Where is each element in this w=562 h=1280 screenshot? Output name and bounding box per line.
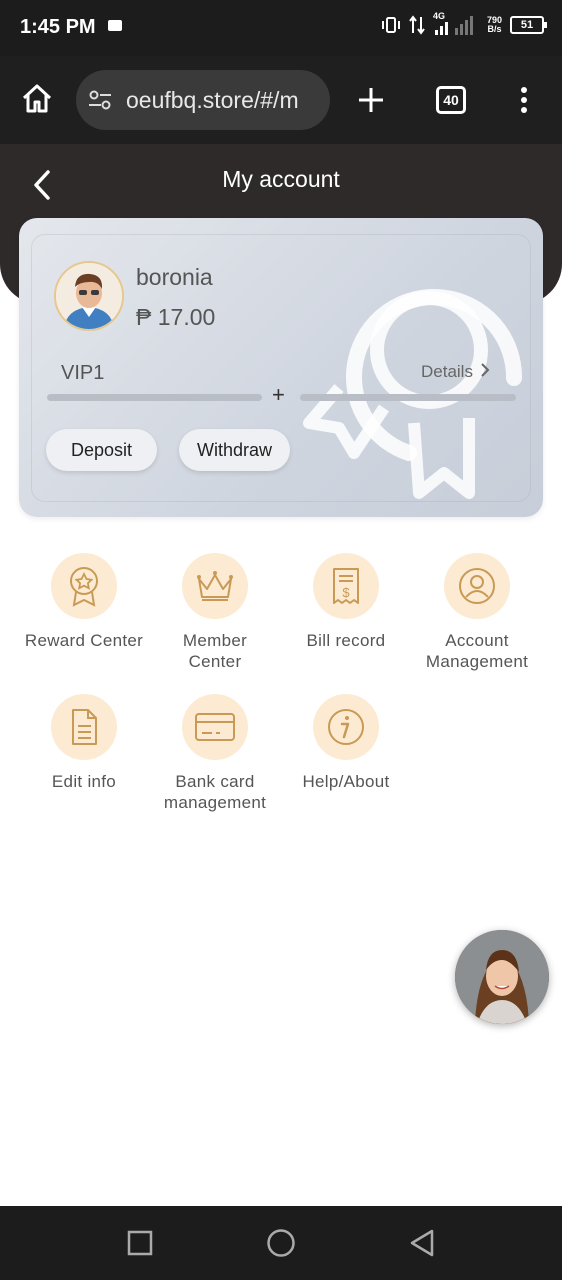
back-triangle-icon[interactable] xyxy=(408,1228,436,1258)
status-time: 1:45 PM xyxy=(20,16,96,38)
vibrate-icon xyxy=(381,17,400,33)
svg-text:$: $ xyxy=(342,585,350,600)
plus-icon: + xyxy=(272,382,285,407)
data-transfer-icon xyxy=(409,15,425,35)
site-settings-icon[interactable] xyxy=(88,89,112,111)
new-tab-icon[interactable] xyxy=(357,86,385,114)
card-icon[interactable] xyxy=(182,694,248,760)
avatar[interactable] xyxy=(54,261,124,331)
details-link[interactable]: Details xyxy=(421,362,490,382)
user-icon[interactable] xyxy=(444,553,510,619)
status-bar: 1:45 PM 4G 790 B/s 51 xyxy=(0,0,562,56)
home-circle-icon[interactable] xyxy=(266,1228,296,1258)
crown-icon[interactable] xyxy=(182,553,248,619)
menu-item-edit-info[interactable]: Edit info xyxy=(14,694,154,792)
vip-progress-bar xyxy=(47,394,262,401)
browser-toolbar: oeufbq.store/#/m 40 xyxy=(0,56,562,144)
withdraw-button[interactable]: Withdraw xyxy=(179,429,290,471)
document-icon[interactable] xyxy=(51,694,117,760)
menu-label[interactable]: Bill record xyxy=(276,630,416,651)
system-navigation-bar xyxy=(0,1206,562,1280)
menu-item-bill-record[interactable]: $ Bill record xyxy=(276,553,416,651)
menu-item-reward-center[interactable]: Reward Center xyxy=(14,553,154,651)
menu-label[interactable]: Reward Center xyxy=(14,630,154,651)
username: boronia xyxy=(136,264,213,290)
balance: ₱ 17.00 xyxy=(136,304,216,330)
status-indicators: 4G 790 B/s 51 xyxy=(381,11,547,36)
home-icon[interactable] xyxy=(20,82,54,116)
network-speed: 790 B/s xyxy=(486,15,502,34)
customer-service-button[interactable] xyxy=(455,930,549,1024)
url-text[interactable]: oeufbq.store/#/m xyxy=(126,87,322,114)
menu-label[interactable]: Edit info xyxy=(14,771,154,792)
menu-item-account-management[interactable]: Account Management xyxy=(407,553,547,672)
battery-indicator: 51 xyxy=(510,16,547,34)
message-icon xyxy=(108,20,122,31)
vip-next-progress-bar xyxy=(300,394,516,401)
vip-seal-watermark-icon xyxy=(303,289,523,499)
info-icon[interactable] xyxy=(313,694,379,760)
menu-label[interactable]: Bank card management xyxy=(145,771,285,813)
bill-icon[interactable]: $ xyxy=(313,553,379,619)
menu-item-bank-card-management[interactable]: Bank card management xyxy=(145,694,285,813)
address-bar[interactable]: oeufbq.store/#/m xyxy=(76,70,330,130)
menu-label[interactable]: Account Management xyxy=(407,630,547,672)
more-options-icon[interactable] xyxy=(518,86,530,114)
support-agent-avatar[interactable] xyxy=(455,930,549,1024)
reward-icon[interactable] xyxy=(51,553,117,619)
chevron-right-icon[interactable] xyxy=(480,363,490,377)
menu-item-member-center[interactable]: Member Center xyxy=(145,553,285,672)
menu-label[interactable]: Member Center xyxy=(145,630,285,672)
page-title: My account xyxy=(222,166,340,192)
avatar-image xyxy=(56,263,122,329)
tab-switcher-button[interactable]: 40 xyxy=(436,86,466,114)
account-card: boronia ₱ 17.00 VIP1 Details + Deposit W… xyxy=(19,218,543,517)
details-label[interactable]: Details xyxy=(421,362,473,381)
signal-icon: 4G xyxy=(433,11,479,36)
menu-label[interactable]: Help/About xyxy=(276,771,416,792)
recent-apps-icon[interactable] xyxy=(127,1230,153,1256)
deposit-button[interactable]: Deposit xyxy=(46,429,157,471)
vip-level: VIP1 xyxy=(61,362,105,384)
menu-item-help-about[interactable]: Help/About xyxy=(276,694,416,792)
